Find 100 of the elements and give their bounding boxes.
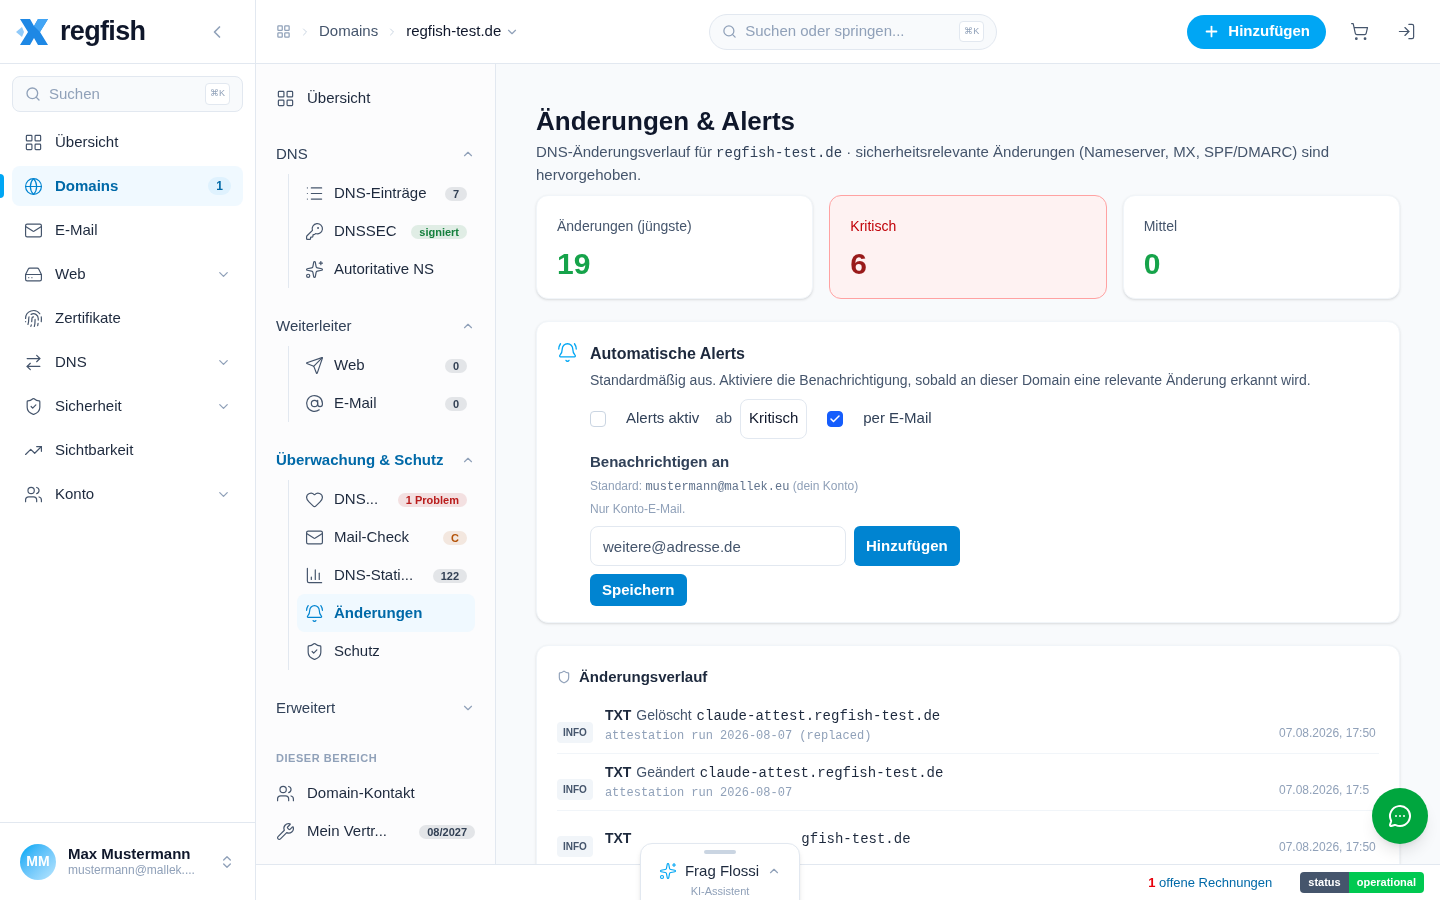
page-description: DNS-Änderungsverlauf für regfish-test.de · sicherheitsrelevante Änderungen (Nameserver, MX, SPF/DMARC) sind hervorgehoben.: [536, 142, 1330, 185]
stat-label: Mittel: [1143, 216, 1179, 236]
stat-value: 0: [1143, 245, 1162, 282]
subnav-item[interactable]: Mein Vertr... 08/2027: [276, 812, 475, 851]
record-name: claude-attest.regfish-test.de: [696, 706, 941, 726]
stat-value: 19: [557, 245, 592, 282]
sparkles-icon: [658, 862, 677, 881]
user-name: Max Mustermann: [68, 844, 192, 864]
stat-label: Änderungen (jüngste): [557, 216, 693, 236]
fingerprint-icon: [24, 308, 43, 328]
timestamp: 07.08.2026, 17:5: [1279, 781, 1371, 799]
count-badge: 0: [444, 396, 467, 411]
search-icon: [722, 24, 738, 39]
users-icon: [276, 784, 295, 803]
shield-check-icon: [305, 641, 324, 661]
subnav-item[interactable]: DNS-Stati... 122: [297, 556, 475, 594]
search-placeholder: Suchen: [49, 83, 100, 104]
checkbox-label: per E-Mail: [863, 408, 932, 429]
sidebar-item[interactable]: Sicherheit: [12, 386, 243, 426]
card-title: Änderungsverlauf: [579, 667, 708, 687]
stat-value: 6: [850, 245, 868, 282]
subnav-item[interactable]: Mail-Check C: [297, 518, 475, 556]
hint-text: Nur Konto-E-Mail.: [590, 501, 687, 518]
wrench-icon: [276, 822, 295, 841]
subnav-item[interactable]: E-Mail 0: [297, 384, 475, 422]
section-header[interactable]: Erweitert: [276, 696, 475, 720]
subnav-item[interactable]: DNS-Einträge 7: [297, 174, 475, 212]
bell-icon: [305, 603, 324, 623]
sidebar-item[interactable]: DNS: [12, 342, 243, 382]
section-header[interactable]: Weiterleiter: [276, 314, 475, 338]
add-email-button[interactable]: Hinzufügen: [854, 526, 960, 566]
sidebar-item[interactable]: Zertifikate: [12, 298, 243, 338]
users-icon: [24, 484, 43, 504]
breadcrumb-current[interactable]: regfish-test.de: [406, 20, 502, 43]
sidebar-item[interactable]: Domains 1: [12, 166, 243, 206]
count-badge: 0: [444, 358, 467, 373]
from-label: ab: [715, 408, 733, 429]
sidebar-item[interactable]: Konto: [12, 474, 243, 514]
at-icon: [305, 393, 324, 413]
subnav-item[interactable]: Änderungen: [297, 594, 475, 632]
count-badge: 122: [432, 568, 467, 583]
count-badge: 08/2027: [419, 825, 475, 840]
count-badge: 1 Problem: [397, 492, 467, 507]
grid-icon: [24, 132, 43, 152]
count-badge: 1: [208, 177, 231, 195]
default-recipient: Standard: mustermann@mallek.eu (dein Konto): [590, 478, 860, 496]
checkbox-label: Alerts aktiv: [626, 408, 700, 429]
drag-handle[interactable]: [704, 850, 736, 854]
breadcrumb-link[interactable]: Domains: [319, 20, 379, 43]
assistant-panel[interactable]: Frag Flossi KI-Assistent: [640, 843, 800, 900]
timestamp: 07.08.2026, 17:50: [1279, 724, 1377, 742]
heart-icon: [305, 489, 324, 509]
change-action: Geändert: [636, 762, 695, 782]
sidebar-item[interactable]: Übersicht: [12, 122, 243, 162]
section-header[interactable]: DNS: [276, 142, 475, 166]
active-indicator: [0, 174, 4, 198]
shield-check-icon: [24, 396, 43, 416]
login-icon[interactable]: [1397, 22, 1416, 41]
level-badge: INFO: [557, 779, 593, 800]
send-icon: [305, 355, 324, 375]
subnav-item[interactable]: DNSSEC signiert: [297, 212, 475, 250]
key-icon: [305, 221, 324, 241]
grid-icon[interactable]: [276, 24, 291, 39]
arrows-icon: [24, 352, 43, 372]
invoices-link[interactable]: 1 offene Rechnungen: [1148, 872, 1273, 893]
subnav-item[interactable]: DNS... 1 Problem: [297, 480, 475, 518]
sidebar-item[interactable]: Sichtbarkeit: [12, 430, 243, 470]
subnav-item[interactable]: Web 0: [297, 346, 475, 384]
section-header[interactable]: Überwachung & Schutz: [276, 448, 475, 472]
user-email: mustermann@mallek....: [68, 863, 195, 879]
change-detail: attestation run 2026-08-07: [604, 784, 794, 802]
sidebar-item[interactable]: E-Mail: [12, 210, 243, 250]
record-name: gfish-test.de: [801, 829, 911, 849]
record-type: TXT: [604, 762, 632, 782]
card-title: Automatische Alerts: [590, 343, 746, 364]
checkmark-icon: [829, 412, 842, 425]
record-name: claude-attest.regfish-test.de: [699, 763, 944, 783]
subnav-item[interactable]: Autoritative NS: [297, 250, 475, 288]
level-select[interactable]: Kritisch: [740, 398, 808, 439]
subnav-item[interactable]: Schutz: [297, 632, 475, 670]
timestamp: 07.08.2026, 17:50: [1279, 838, 1377, 856]
assistant-subtitle: KI-Assistent: [690, 883, 750, 899]
change-action: Gelöscht: [636, 705, 692, 725]
count-badge: C: [443, 530, 467, 545]
email-input[interactable]: weitere@adresse.de: [590, 526, 846, 566]
shield-icon: [557, 670, 571, 685]
section-label: DIESER BEREICH: [276, 751, 379, 766]
level-badge: INFO: [557, 836, 593, 857]
save-button[interactable]: Speichern: [590, 574, 687, 606]
brand-name: regfish: [60, 15, 146, 49]
count-badge: signiert: [411, 224, 467, 239]
stat-label: Kritisch: [850, 216, 898, 236]
checkbox[interactable]: [827, 410, 844, 427]
cart-icon[interactable]: [1350, 22, 1369, 41]
record-type: TXT: [604, 705, 632, 725]
shortcut-key: ⌘K: [959, 20, 985, 43]
sidebar-item[interactable]: Web: [12, 254, 243, 294]
subnav-item[interactable]: Übersicht: [276, 80, 475, 116]
shortcut-key: ⌘K: [205, 83, 230, 105]
subnav-item[interactable]: Domain-Kontakt: [276, 774, 475, 813]
